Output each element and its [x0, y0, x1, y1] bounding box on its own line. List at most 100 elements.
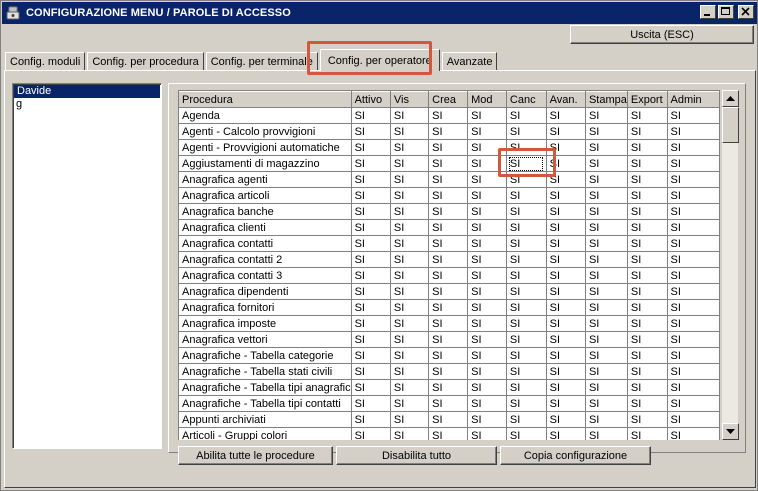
permission-cell[interactable]: SI	[428, 155, 469, 172]
permission-cell[interactable]: SI	[585, 347, 628, 364]
permission-cell[interactable]: SI	[390, 235, 430, 252]
permission-cell[interactable]: SI	[428, 411, 469, 428]
operator-item-davide[interactable]: Davide	[14, 85, 160, 98]
permission-cell[interactable]: SI	[627, 251, 668, 268]
table-row[interactable]: Agenti - Provvigioni automatiche SI SI SI SI…	[179, 139, 720, 156]
permission-cell[interactable]: SI	[667, 315, 720, 332]
permission-cell[interactable]: SI	[667, 203, 720, 220]
tab-config-per-terminale[interactable]: Config. per terminale	[205, 52, 318, 71]
permission-cell[interactable]: SI	[428, 171, 469, 188]
permission-cell[interactable]: SI	[467, 187, 507, 204]
permission-cell[interactable]: SI	[546, 171, 586, 188]
permission-cell[interactable]: SI	[390, 251, 430, 268]
column-header-export[interactable]: Export	[627, 91, 668, 108]
column-header-stampa[interactable]: Stampa	[585, 91, 628, 108]
permission-cell[interactable]: SI	[667, 171, 720, 188]
permission-cell[interactable]: SI	[390, 411, 430, 428]
permission-cell[interactable]: SI	[506, 283, 547, 300]
permission-cell[interactable]: SI	[627, 411, 668, 428]
permission-cell[interactable]: SI	[428, 107, 469, 124]
permission-cell[interactable]: SI	[546, 395, 586, 412]
permission-cell[interactable]: SI	[351, 155, 391, 172]
permission-cell[interactable]: SI	[585, 315, 628, 332]
permission-cell[interactable]: SI	[627, 219, 668, 236]
permission-cell[interactable]: SI	[428, 363, 469, 380]
procedure-name-cell[interactable]: Anagrafica banche	[179, 203, 352, 220]
permission-cell[interactable]: SI	[585, 251, 628, 268]
permission-cell[interactable]: SI	[506, 219, 547, 236]
permission-cell[interactable]: SI	[390, 203, 430, 220]
permission-cell[interactable]: SI	[627, 187, 668, 204]
column-header-avan[interactable]: Avan.	[546, 91, 586, 108]
permission-cell[interactable]: SI	[627, 155, 668, 172]
table-row[interactable]: Anagrafica contatti 2 SI SI SI SI SI SI SI SI SI	[179, 251, 720, 268]
permission-cell[interactable]: SI	[627, 315, 668, 332]
permission-cell[interactable]: SI	[467, 235, 507, 252]
permission-cell[interactable]: SI	[467, 107, 507, 124]
permission-cell[interactable]: SI	[506, 251, 547, 268]
permission-cell[interactable]: SI	[627, 427, 668, 440]
permission-cell[interactable]: SI	[390, 155, 430, 172]
permission-cell[interactable]: SI	[351, 379, 391, 396]
table-row[interactable]: Aggiustamenti di magazzino SI SI SI SI SI SI SI…	[179, 155, 720, 172]
permission-cell[interactable]: SI	[585, 139, 628, 156]
permission-cell[interactable]: SI	[351, 395, 391, 412]
permission-cell[interactable]: SI	[390, 363, 430, 380]
procedure-name-cell[interactable]: Anagrafiche - Tabella tipi anagrafic	[179, 379, 352, 396]
permission-cell[interactable]: SI	[667, 427, 720, 440]
permission-cell[interactable]: SI	[390, 267, 430, 284]
permission-cell[interactable]: SI	[467, 139, 507, 156]
permission-cell[interactable]: SI	[627, 283, 668, 300]
permission-cell[interactable]: SI	[546, 219, 586, 236]
procedure-name-cell[interactable]: Anagrafica articoli	[179, 187, 352, 204]
permission-cell[interactable]: SI	[506, 123, 547, 140]
permission-cell[interactable]: SI	[506, 139, 547, 156]
permission-cell[interactable]: SI	[467, 219, 507, 236]
permission-cell[interactable]: SI	[585, 267, 628, 284]
procedure-name-cell[interactable]: Agenda	[179, 107, 352, 124]
permission-cell[interactable]: SI	[506, 363, 547, 380]
permission-cell[interactable]: SI	[390, 395, 430, 412]
permission-cell[interactable]: SI	[667, 395, 720, 412]
permission-cell[interactable]: SI	[506, 379, 547, 396]
permission-cell[interactable]: SI	[351, 171, 391, 188]
table-row[interactable]: Agenti - Calcolo provvigioni SI SI SI SI SI SI…	[179, 123, 720, 140]
enable-all-button[interactable]: Abilita tutte le procedure	[178, 446, 333, 465]
permission-cell[interactable]: SI	[506, 331, 547, 348]
focused-permission-cell[interactable]: SI	[506, 155, 547, 172]
permission-cell[interactable]: SI	[390, 123, 430, 140]
permission-cell[interactable]: SI	[585, 219, 628, 236]
permission-cell[interactable]: SI	[351, 251, 391, 268]
permission-cell[interactable]: SI	[390, 187, 430, 204]
procedure-name-cell[interactable]: Anagrafiche - Tabella stati civili	[179, 363, 352, 380]
table-row[interactable]: Anagrafica articoli SI SI SI SI SI SI SI SI SI	[179, 187, 720, 204]
permission-cell[interactable]: SI	[506, 235, 547, 252]
permission-cell[interactable]: SI	[627, 203, 668, 220]
column-header-vis[interactable]: Vis	[390, 91, 430, 108]
permission-cell[interactable]: SI	[546, 187, 586, 204]
permission-cell[interactable]: SI	[351, 203, 391, 220]
permission-cell[interactable]: SI	[428, 235, 469, 252]
permission-cell[interactable]: SI	[428, 203, 469, 220]
permission-cell[interactable]: SI	[467, 395, 507, 412]
permission-cell[interactable]: SI	[351, 123, 391, 140]
permission-cell[interactable]: SI	[667, 107, 720, 124]
column-header-crea[interactable]: Crea	[428, 91, 469, 108]
permission-cell[interactable]: SI	[467, 379, 507, 396]
permission-cell[interactable]: SI	[506, 411, 547, 428]
table-row[interactable]: Anagrafica vettori SI SI SI SI SI SI SI SI SI	[179, 331, 720, 348]
permission-cell[interactable]: SI	[467, 123, 507, 140]
permission-cell[interactable]: SI	[351, 187, 391, 204]
permission-cell[interactable]: SI	[667, 219, 720, 236]
permission-cell[interactable]: SI	[467, 171, 507, 188]
permission-cell[interactable]: SI	[506, 427, 547, 440]
table-row[interactable]: Anagrafica agenti SI SI SI SI SI SI SI SI SI	[179, 171, 720, 188]
procedure-name-cell[interactable]: Appunti archiviati	[179, 411, 352, 428]
column-header-admin[interactable]: Admin	[667, 91, 720, 108]
permission-cell[interactable]: SI	[546, 235, 586, 252]
scroll-down-arrow-icon[interactable]	[722, 423, 739, 440]
permission-cell[interactable]: SI	[428, 123, 469, 140]
permission-cell[interactable]: SI	[585, 107, 628, 124]
copy-config-button[interactable]: Copia configurazione	[500, 446, 651, 465]
permission-cell[interactable]: SI	[627, 395, 668, 412]
